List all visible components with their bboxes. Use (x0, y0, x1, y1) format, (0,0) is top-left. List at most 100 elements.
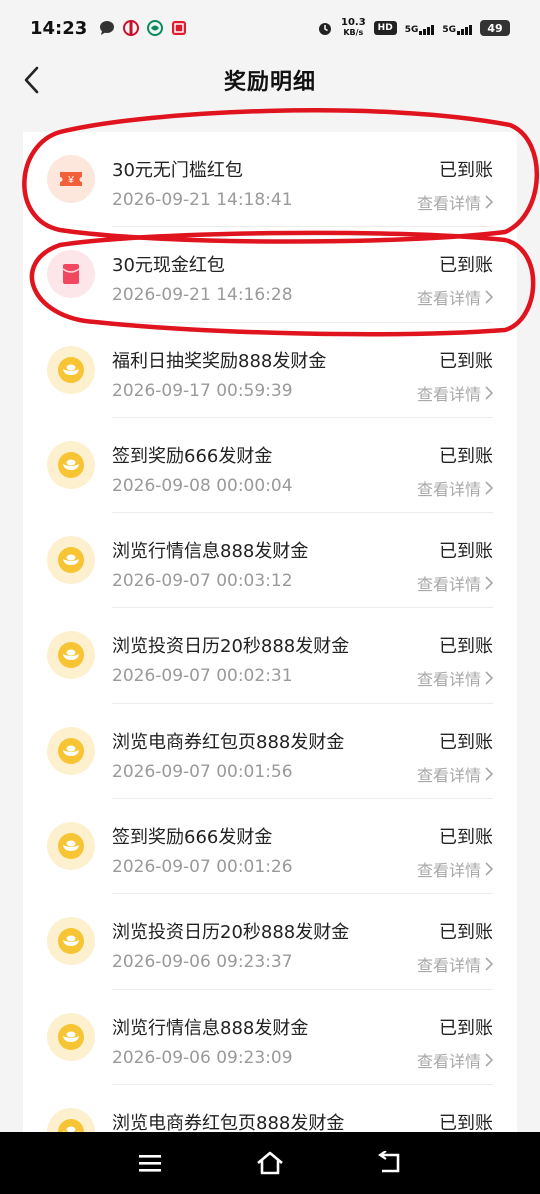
gold-ingot-icon (47, 822, 95, 871)
page-header: 奖励明细 (0, 56, 540, 104)
gold-ingot-icon (47, 1012, 95, 1061)
chevron-left-icon (24, 66, 39, 94)
status-label: 已到账 (439, 827, 493, 849)
reward-title: 浏览投资日历20秒888发财金 (112, 922, 350, 944)
status-label: 已到账 (439, 445, 493, 467)
chevron-right-icon (485, 576, 493, 590)
page-title: 奖励明细 (223, 70, 316, 95)
reward-date: 2026-09-07 00:02:31 (112, 666, 293, 687)
status-label: 已到账 (439, 731, 493, 753)
reward-date: 2026-09-07 00:03:12 (112, 571, 293, 592)
row-body: 浏览电商券红包页888发财金已到账查看详情 (112, 1085, 493, 1132)
network-speed: 10.3 KB/s (340, 17, 366, 38)
chevron-right-icon (485, 386, 493, 400)
reward-row[interactable]: 浏览电商券红包页888发财金 2026-09-07 00:01:56 已到账查看详情 (23, 704, 517, 800)
signal-bars-icon (457, 21, 472, 35)
battery-indicator: 49 (480, 20, 510, 36)
row-body: 浏览行情信息888发财金 2026-09-07 00:03:12 已到账 查看详情 (112, 513, 493, 609)
menu-icon (139, 1155, 161, 1172)
signal-sim2: 5G (442, 21, 472, 35)
reward-title: 签到奖励666发财金 (112, 445, 273, 467)
chevron-right-icon (485, 481, 493, 495)
status-left: 14:23 (30, 18, 187, 39)
reward-date: 2026-09-06 09:23:37 (112, 952, 293, 973)
reward-row[interactable]: 浏览行情信息888发财金 2026-09-07 00:03:12 已到账 查看详情 (23, 513, 517, 609)
reward-row[interactable]: 签到奖励666发财金 2026-09-08 00:00:04 已到账查看详情 (23, 418, 517, 514)
signal-bars-icon (419, 21, 435, 35)
chevron-right-icon (485, 957, 493, 971)
status-label: 已到账 (439, 541, 493, 563)
row-body: 福利日抽奖奖励888发财金 2026-09-17 00:59:39 已到账 查看详情 (112, 323, 493, 418)
view-details-label: 查看详情 (416, 670, 481, 690)
red-envelope-icon (47, 250, 95, 299)
status-label: 已到账 (439, 160, 493, 181)
signal-sim1: 5G (405, 21, 435, 35)
reward-title: 浏览行情信息888发财金 (112, 1017, 309, 1039)
view-details-link[interactable]: 查看详情 (417, 476, 493, 500)
row-body: 30元现金红包 2026-09-21 14:16:28 已到账 查看详情 (112, 227, 493, 323)
chevron-right-icon (485, 195, 493, 209)
reward-row[interactable]: 浏览投资日历20秒888发财金 2026-09-06 09:23:37 已到账查看详… (23, 894, 517, 990)
reward-row[interactable]: 浏览电商券红包页888发财金已到账查看详情 (23, 1085, 517, 1132)
reward-date: 2026-09-06 09:23:09 (112, 1047, 293, 1068)
reward-date: 2026-09-21 14:16:28 (112, 285, 293, 306)
chevron-right-icon (485, 1053, 493, 1067)
reward-title: 福利日抽奖奖励888发财金 (112, 350, 327, 372)
reward-title: 浏览电商券红包页888发财金 (112, 1112, 345, 1132)
view-details-link[interactable]: 查看详情 (417, 1048, 493, 1072)
view-details-link[interactable]: 查看详情 (417, 571, 493, 595)
alarm-icon (317, 20, 333, 36)
view-details-label: 查看详情 (416, 194, 481, 213)
reward-date: 2026-09-07 00:01:26 (112, 857, 293, 878)
red-app-icon (171, 20, 187, 36)
view-details-label: 查看详情 (416, 956, 481, 976)
system-nav-bar (0, 1132, 540, 1194)
gold-ingot-icon (47, 631, 95, 680)
row-body: 浏览电商券红包页888发财金 2026-09-07 00:01:56 已到账查看详情 (112, 704, 493, 800)
home-button[interactable] (250, 1143, 290, 1183)
view-details-link[interactable]: 查看详情 (417, 381, 493, 405)
gold-ingot-icon (47, 1107, 95, 1132)
status-label: 已到账 (439, 922, 493, 944)
reward-row[interactable]: 签到奖励666发财金 2026-09-07 00:01:26 已到账 查看详情 (23, 799, 517, 895)
view-details-link[interactable]: 查看详情 (417, 285, 493, 309)
back-nav-button[interactable] (370, 1143, 410, 1183)
reward-row[interactable]: 浏览行情信息888发财金 2026-09-06 09:23:09 已到账查看详情 (23, 990, 517, 1085)
view-details-link[interactable]: 查看详情 (417, 190, 493, 214)
gold-ingot-icon (47, 440, 95, 489)
status-label: 已到账 (439, 1112, 493, 1132)
reward-title: 30元现金红包 (112, 255, 225, 277)
hd-badge: HD (373, 21, 397, 35)
reward-row[interactable]: 30元现金红包 2026-09-21 14:16:28 已到账 查看详情 (23, 227, 517, 323)
status-label: 已到账 (439, 1017, 493, 1039)
reward-row[interactable]: 福利日抽奖奖励888发财金 2026-09-17 00:59:39 已到账 查看详情 (23, 323, 517, 418)
view-details-link[interactable]: 查看详情 (417, 857, 493, 881)
gold-ingot-icon (47, 726, 95, 775)
return-icon (378, 1151, 400, 1173)
svg-text:¥: ¥ (67, 175, 74, 186)
chevron-right-icon (485, 671, 493, 686)
reward-title: 浏览电商券红包页888发财金 (112, 731, 345, 753)
view-details-link[interactable]: 查看详情 (417, 952, 493, 976)
view-details-label: 查看详情 (416, 575, 481, 595)
view-details-link[interactable]: 查看详情 (417, 666, 493, 690)
menu-button[interactable] (130, 1143, 170, 1183)
reward-list: ¥30元无门槛红包 2026-09-21 14:18:41 已到账 查看详情 30元现金… (23, 132, 517, 1132)
reward-date: 2026-09-17 00:59:39 (112, 380, 293, 401)
reward-date: 2026-09-08 00:00:04 (112, 475, 293, 496)
view-details-label: 查看详情 (416, 289, 481, 309)
row-body: 签到奖励666发财金 2026-09-07 00:01:26 已到账 查看详情 (112, 799, 493, 895)
reward-row[interactable]: ¥30元无门槛红包 2026-09-21 14:18:41 已到账 查看详情 (23, 132, 517, 228)
home-icon (257, 1151, 283, 1175)
view-details-link[interactable]: 查看详情 (417, 762, 493, 786)
status-label: 已到账 (439, 636, 493, 658)
row-body: 浏览投资日历20秒888发财金 2026-09-06 09:23:37 已到账查看详… (112, 894, 493, 990)
status-right: 10.3 KB/s HD 5G 5G 49 (317, 18, 510, 38)
reward-date: 2026-09-07 00:01:56 (112, 761, 293, 782)
back-button[interactable] (16, 64, 48, 96)
row-body: 浏览投资日历20秒888发财金 2026-09-07 00:02:31 已到账 查看详… (112, 608, 493, 704)
reward-row[interactable]: 浏览投资日历20秒888发财金 2026-09-07 00:02:31 已到账 查看详… (23, 608, 517, 704)
row-body: 签到奖励666发财金 2026-09-08 00:00:04 已到账查看详情 (112, 418, 493, 514)
chevron-right-icon (485, 767, 493, 781)
view-details-label: 查看详情 (416, 1051, 481, 1071)
